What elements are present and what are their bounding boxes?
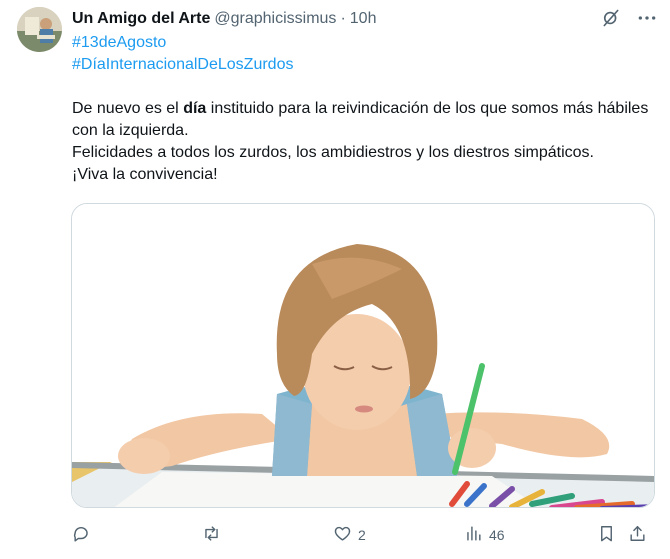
retweet-button[interactable] (202, 524, 333, 546)
tweet-header: Un Amigo del Arte @graphicissimus · 10h (72, 8, 376, 30)
separator-dot: · (340, 10, 346, 27)
hashtag-link[interactable]: #13deAgosto (72, 34, 166, 52)
more-icon[interactable] (636, 7, 658, 29)
share-button[interactable] (628, 524, 657, 546)
tweet-paragraph: De nuevo es el día instituido para la re… (72, 98, 657, 142)
tweet-image[interactable] (71, 203, 655, 508)
tweet-paragraph: ¡Viva la convivencia! (72, 166, 218, 183)
reply-button[interactable] (72, 524, 202, 546)
reply-icon (72, 524, 91, 546)
views-count: 46 (489, 527, 505, 543)
share-icon (628, 524, 647, 546)
like-button[interactable]: 2 (333, 524, 464, 546)
tweet-text-segment: De nuevo es el (72, 100, 184, 117)
tweet-text: De nuevo es el día instituido para la re… (72, 98, 657, 186)
like-count: 2 (358, 527, 366, 543)
author-handle[interactable]: @graphicissimus (214, 10, 336, 28)
views-icon (464, 524, 483, 546)
hashtag-link[interactable]: #DíaInternacionalDeLosZurdos (72, 56, 293, 74)
bookmark-button[interactable] (597, 524, 628, 546)
tweet-actions: 2 46 (72, 522, 657, 548)
tweet-paragraph: Felicidades a todos los zurdos, los ambi… (72, 144, 594, 161)
tweet-timestamp[interactable]: 10h (350, 10, 377, 28)
tweet: Un Amigo del Arte @graphicissimus · 10h … (0, 0, 670, 559)
author-name[interactable]: Un Amigo del Arte (72, 10, 210, 28)
child-drawing-photo (72, 204, 654, 507)
bookmark-icon (597, 524, 616, 546)
avatar[interactable] (17, 7, 62, 52)
tweet-text-bold: día (183, 100, 207, 117)
views-button[interactable]: 46 (464, 524, 597, 546)
grok-icon[interactable] (600, 7, 622, 29)
top-icons (600, 7, 658, 29)
like-icon (333, 524, 352, 546)
retweet-icon (202, 524, 221, 546)
